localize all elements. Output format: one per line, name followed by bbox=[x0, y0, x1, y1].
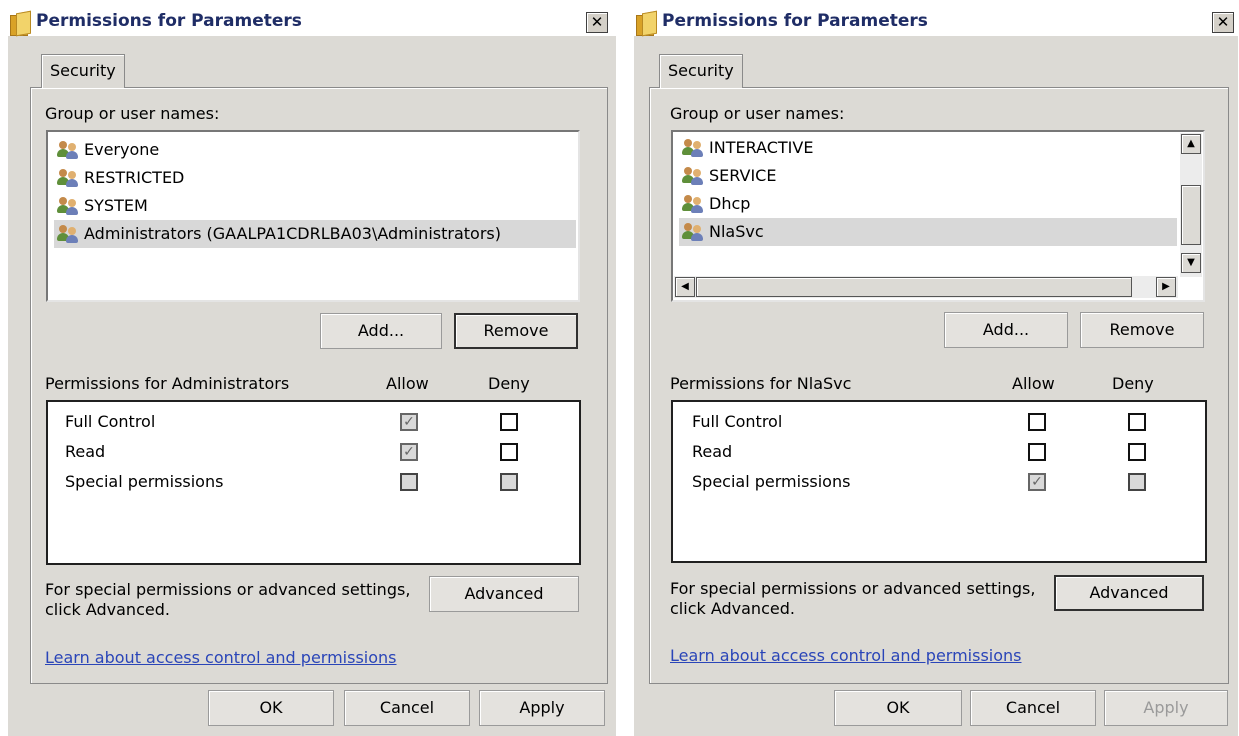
user-group-icon bbox=[682, 223, 706, 241]
cancel-button[interactable]: Cancel bbox=[970, 690, 1096, 726]
list-item-dhcp[interactable]: Dhcp bbox=[679, 190, 1177, 218]
vertical-scrollbar[interactable]: ▲ ▼ bbox=[1180, 133, 1202, 277]
list-item-interactive[interactable]: INTERACTIVE bbox=[679, 134, 1177, 162]
special-allow-checkbox[interactable]: ✓ bbox=[1028, 473, 1046, 491]
user-group-icon bbox=[682, 195, 706, 213]
scroll-down-icon[interactable]: ▼ bbox=[1181, 253, 1201, 273]
folder-icon bbox=[636, 10, 658, 37]
close-button[interactable]: ✕ bbox=[586, 12, 608, 33]
tab-security[interactable]: Security bbox=[659, 54, 743, 88]
permission-special: Special permissions bbox=[65, 472, 224, 491]
scroll-up-icon[interactable]: ▲ bbox=[1181, 134, 1201, 154]
user-group-icon bbox=[57, 169, 81, 187]
full-control-deny-checkbox[interactable] bbox=[1128, 413, 1146, 431]
learn-access-control-link[interactable]: Learn about access control and permissio… bbox=[45, 648, 397, 667]
user-group-icon bbox=[57, 141, 81, 159]
ok-button[interactable]: OK bbox=[208, 690, 334, 726]
permissions-header: Permissions for NlaSvc bbox=[670, 374, 852, 393]
dialog-title: Permissions for Parameters bbox=[662, 11, 928, 31]
horizontal-scrollbar[interactable]: ◀ ▶ bbox=[674, 276, 1178, 298]
permissions-header: Permissions for Administrators bbox=[45, 374, 290, 393]
tab-security[interactable]: Security bbox=[41, 54, 125, 88]
deny-column-header: Deny bbox=[488, 374, 530, 393]
user-group-icon bbox=[57, 197, 81, 215]
list-item-system[interactable]: SYSTEM bbox=[54, 192, 576, 220]
apply-button[interactable]: Apply bbox=[1104, 690, 1228, 726]
full-control-deny-checkbox[interactable] bbox=[500, 413, 518, 431]
remove-button[interactable]: Remove bbox=[454, 313, 578, 349]
learn-access-control-link[interactable]: Learn about access control and permissio… bbox=[670, 646, 1022, 665]
advanced-hint-line2: click Advanced. bbox=[45, 600, 170, 619]
permission-read: Read bbox=[65, 442, 106, 461]
vertical-scroll-thumb[interactable] bbox=[1181, 185, 1201, 245]
user-group-icon bbox=[682, 167, 706, 185]
scroll-right-icon[interactable]: ▶ bbox=[1156, 277, 1176, 297]
deny-column-header: Deny bbox=[1112, 374, 1154, 393]
allow-column-header: Allow bbox=[1012, 374, 1055, 393]
read-deny-checkbox[interactable] bbox=[500, 443, 518, 461]
advanced-hint-line2: click Advanced. bbox=[670, 599, 795, 618]
group-names-label: Group or user names: bbox=[670, 104, 845, 123]
special-deny-checkbox[interactable] bbox=[1128, 473, 1146, 491]
read-allow-checkbox[interactable]: ✓ bbox=[400, 443, 418, 461]
advanced-button[interactable]: Advanced bbox=[429, 576, 579, 612]
ok-button[interactable]: OK bbox=[834, 690, 962, 726]
group-user-list[interactable]: INTERACTIVE SERVICE Dhcp NlaSvc ▲ ▼ ◀ ▶ bbox=[671, 130, 1205, 302]
folder-icon bbox=[10, 10, 32, 37]
permissions-dialog-left: Permissions for Parameters ✕ Security Gr… bbox=[8, 8, 616, 736]
permission-full-control: Full Control bbox=[65, 412, 156, 431]
group-user-list[interactable]: Everyone RESTRICTED SYSTEM Administrator… bbox=[46, 130, 580, 302]
full-control-allow-checkbox[interactable] bbox=[1028, 413, 1046, 431]
add-button[interactable]: Add... bbox=[944, 312, 1068, 348]
list-item-everyone[interactable]: Everyone bbox=[54, 136, 576, 164]
full-control-allow-checkbox[interactable]: ✓ bbox=[400, 413, 418, 431]
advanced-hint-line1: For special permissions or advanced sett… bbox=[670, 579, 1036, 598]
apply-button[interactable]: Apply bbox=[479, 690, 605, 726]
list-item-restricted[interactable]: RESTRICTED bbox=[54, 164, 576, 192]
permission-read: Read bbox=[692, 442, 733, 461]
advanced-hint-line1: For special permissions or advanced sett… bbox=[45, 580, 411, 599]
cancel-button[interactable]: Cancel bbox=[344, 690, 470, 726]
permissions-list: Full Control Read Special permissions ✓ bbox=[671, 400, 1207, 563]
permissions-list: Full Control ✓ Read ✓ Special permission… bbox=[46, 400, 581, 565]
special-allow-checkbox[interactable] bbox=[400, 473, 418, 491]
dialog-title: Permissions for Parameters bbox=[36, 11, 302, 31]
title-bar: Permissions for Parameters ✕ bbox=[8, 8, 616, 37]
allow-column-header: Allow bbox=[386, 374, 429, 393]
permission-special: Special permissions bbox=[692, 472, 851, 491]
scroll-left-icon[interactable]: ◀ bbox=[675, 277, 695, 297]
read-deny-checkbox[interactable] bbox=[1128, 443, 1146, 461]
list-item-administrators[interactable]: Administrators (GAALPA1CDRLBA03\Administ… bbox=[54, 220, 576, 248]
list-item-service[interactable]: SERVICE bbox=[679, 162, 1177, 190]
remove-button[interactable]: Remove bbox=[1080, 312, 1204, 348]
list-item-nlasvc[interactable]: NlaSvc bbox=[679, 218, 1177, 246]
advanced-button[interactable]: Advanced bbox=[1054, 575, 1204, 611]
permissions-dialog-right: Permissions for Parameters ✕ Security Gr… bbox=[634, 8, 1238, 736]
special-deny-checkbox[interactable] bbox=[500, 473, 518, 491]
read-allow-checkbox[interactable] bbox=[1028, 443, 1046, 461]
title-bar: Permissions for Parameters ✕ bbox=[634, 8, 1238, 37]
group-names-label: Group or user names: bbox=[45, 104, 220, 123]
close-button[interactable]: ✕ bbox=[1212, 12, 1234, 33]
add-button[interactable]: Add... bbox=[320, 313, 442, 349]
user-group-icon bbox=[57, 225, 81, 243]
user-group-icon bbox=[682, 139, 706, 157]
permission-full-control: Full Control bbox=[692, 412, 783, 431]
horizontal-scroll-thumb[interactable] bbox=[696, 277, 1132, 297]
